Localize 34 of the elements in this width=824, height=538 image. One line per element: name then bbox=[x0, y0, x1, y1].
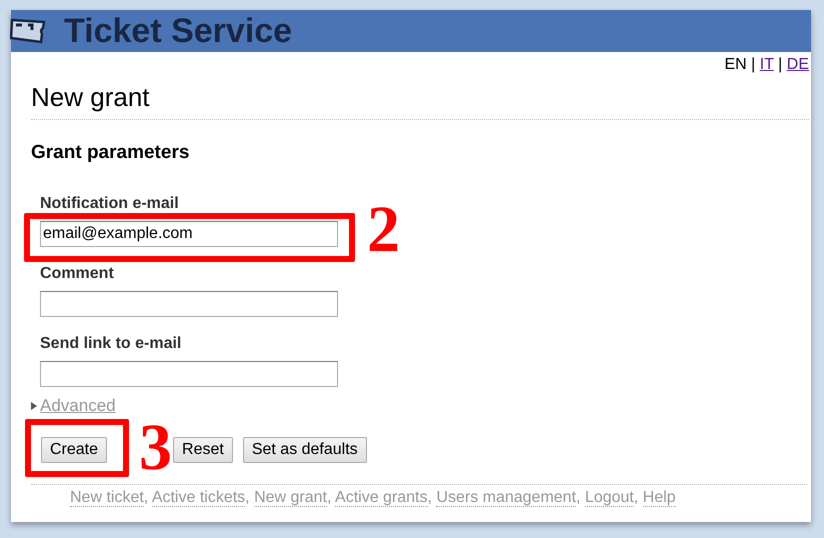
page-title: New grant bbox=[31, 82, 809, 120]
nav-link[interactable]: Active grants bbox=[335, 489, 428, 507]
language-link[interactable]: DE bbox=[786, 56, 809, 73]
advanced-link[interactable]: Advanced bbox=[40, 396, 116, 416]
step-number: 2 bbox=[367, 197, 400, 263]
separator: , bbox=[327, 489, 332, 506]
language-link[interactable]: IT bbox=[760, 56, 774, 73]
form-button[interactable]: Reset bbox=[173, 437, 233, 463]
nav-link[interactable]: Users management bbox=[436, 489, 576, 507]
step-number: 3 bbox=[139, 415, 172, 481]
separator: , bbox=[428, 489, 433, 506]
separator: | bbox=[777, 56, 784, 73]
input-field[interactable]: email@example.com bbox=[40, 221, 338, 247]
app-title: Ticket Service bbox=[64, 12, 292, 50]
input-field[interactable] bbox=[40, 291, 338, 317]
form-button[interactable]: Create bbox=[41, 437, 108, 463]
nav-link[interactable]: Logout bbox=[584, 489, 634, 507]
language-current: EN bbox=[724, 56, 747, 73]
section-title: Grant parameters bbox=[31, 142, 190, 164]
nav-link[interactable]: New grant bbox=[254, 489, 327, 507]
nav-link[interactable]: Active tickets bbox=[152, 489, 246, 507]
separator: , bbox=[634, 489, 640, 506]
nav-link[interactable]: Help bbox=[642, 489, 676, 507]
separator: | bbox=[750, 56, 756, 73]
field-label: Send link to e-mail bbox=[40, 335, 182, 352]
field-label: Notification e-mail bbox=[40, 195, 179, 212]
separator: , bbox=[245, 489, 251, 506]
separator: , bbox=[576, 489, 582, 506]
input-field[interactable] bbox=[40, 361, 338, 387]
separator: , bbox=[144, 489, 150, 506]
nav-link[interactable]: New ticket bbox=[70, 489, 144, 507]
expand-triangle-icon[interactable] bbox=[31, 402, 37, 410]
field-label: Comment bbox=[40, 265, 114, 282]
form-button[interactable]: Set as defaults bbox=[242, 437, 367, 463]
